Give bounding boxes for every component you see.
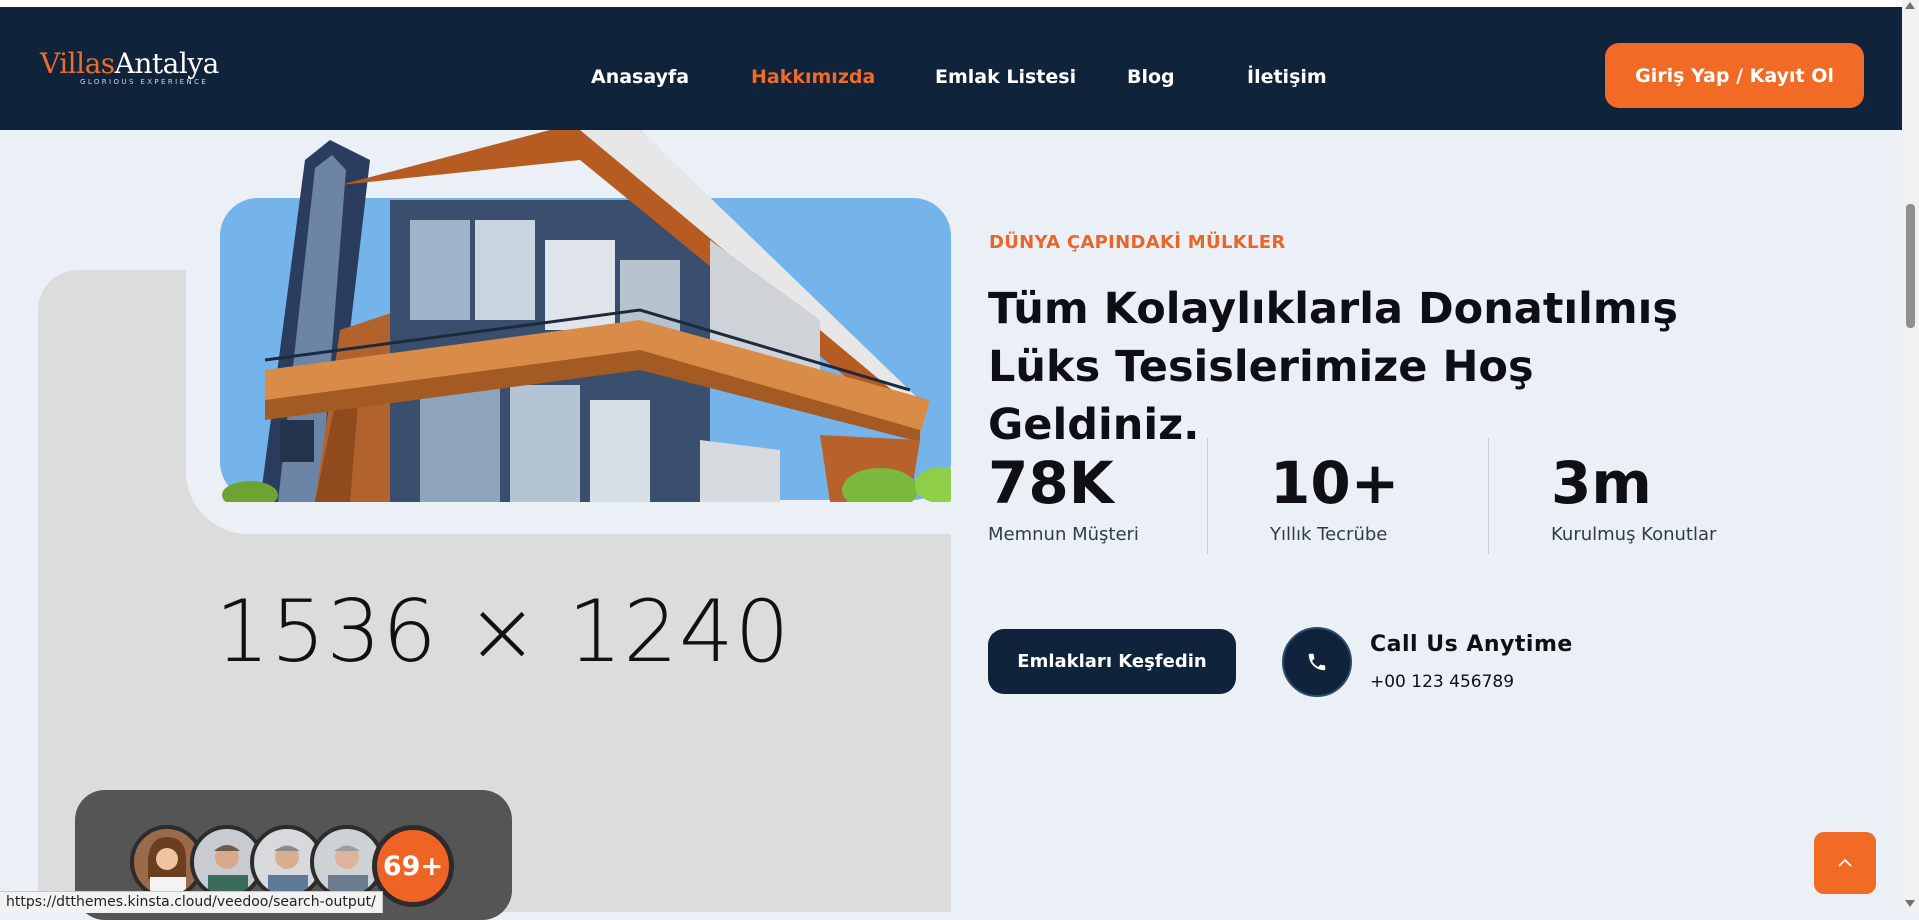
house-image: [222, 130, 951, 502]
placeholder-dimensions: 1536 × 1240: [215, 582, 791, 682]
stat-homes: 3m Kurulmuş Konutlar: [1551, 450, 1716, 545]
scroll-up-arrow[interactable]: [1905, 2, 1915, 9]
stat-divider: [1207, 438, 1208, 554]
chevron-up-icon: [1838, 858, 1852, 867]
stat-value: 3m: [1551, 449, 1652, 517]
logo-part2: Antalya: [114, 47, 220, 80]
stat-value: 10+: [1270, 449, 1400, 517]
status-bar-url: https://dtthemes.kinsta.cloud/veedoo/sea…: [0, 891, 383, 913]
nav-property-list[interactable]: Emlak Listesi: [935, 66, 1076, 88]
nav-home[interactable]: Anasayfa: [591, 66, 689, 88]
nav-contact[interactable]: İletişim: [1247, 66, 1327, 88]
site-header: VillasAntalya GLORIOUS EXPERIENCE Anasay…: [0, 7, 1902, 130]
call-us-number[interactable]: +00 123 456789: [1370, 672, 1514, 692]
nav-about[interactable]: Hakkımızda: [751, 66, 875, 88]
site-logo[interactable]: VillasAntalya GLORIOUS EXPERIENCE: [40, 47, 219, 86]
login-register-button[interactable]: Giriş Yap / Kayıt Ol: [1605, 43, 1864, 108]
logo-part1: Villas: [40, 47, 115, 80]
scrollbar-thumb[interactable]: [1906, 204, 1915, 328]
back-to-top-button[interactable]: [1814, 832, 1876, 894]
browser-top-edge: [0, 0, 1902, 7]
stat-experience: 10+ Yıllık Tecrübe: [1270, 450, 1399, 545]
stat-label: Kurulmuş Konutlar: [1551, 524, 1717, 545]
team-count-badge: 69+: [372, 825, 454, 907]
call-us-title: Call Us Anytime: [1370, 632, 1573, 657]
phone-icon: [1308, 653, 1326, 671]
stat-value: 78K: [988, 449, 1114, 517]
section-headline: Tüm Kolaylıklarla Donatılmış Lüks Tesisl…: [988, 284, 1678, 450]
scroll-down-arrow[interactable]: [1905, 900, 1915, 907]
nav-blog[interactable]: Blog: [1127, 66, 1175, 88]
stat-customers: 78K Memnun Müşteri: [988, 450, 1139, 545]
page-scrollbar[interactable]: [1902, 0, 1919, 912]
stat-divider: [1488, 438, 1489, 554]
phone-button[interactable]: [1282, 627, 1352, 697]
stat-label: Memnun Müşteri: [988, 524, 1139, 545]
section-subtitle: DÜNYA ÇAPINDAKİ MÜLKLER: [989, 232, 1286, 253]
explore-properties-button[interactable]: Emlakları Keşfedin: [988, 629, 1236, 694]
stat-label: Yıllık Tecrübe: [1270, 524, 1388, 545]
